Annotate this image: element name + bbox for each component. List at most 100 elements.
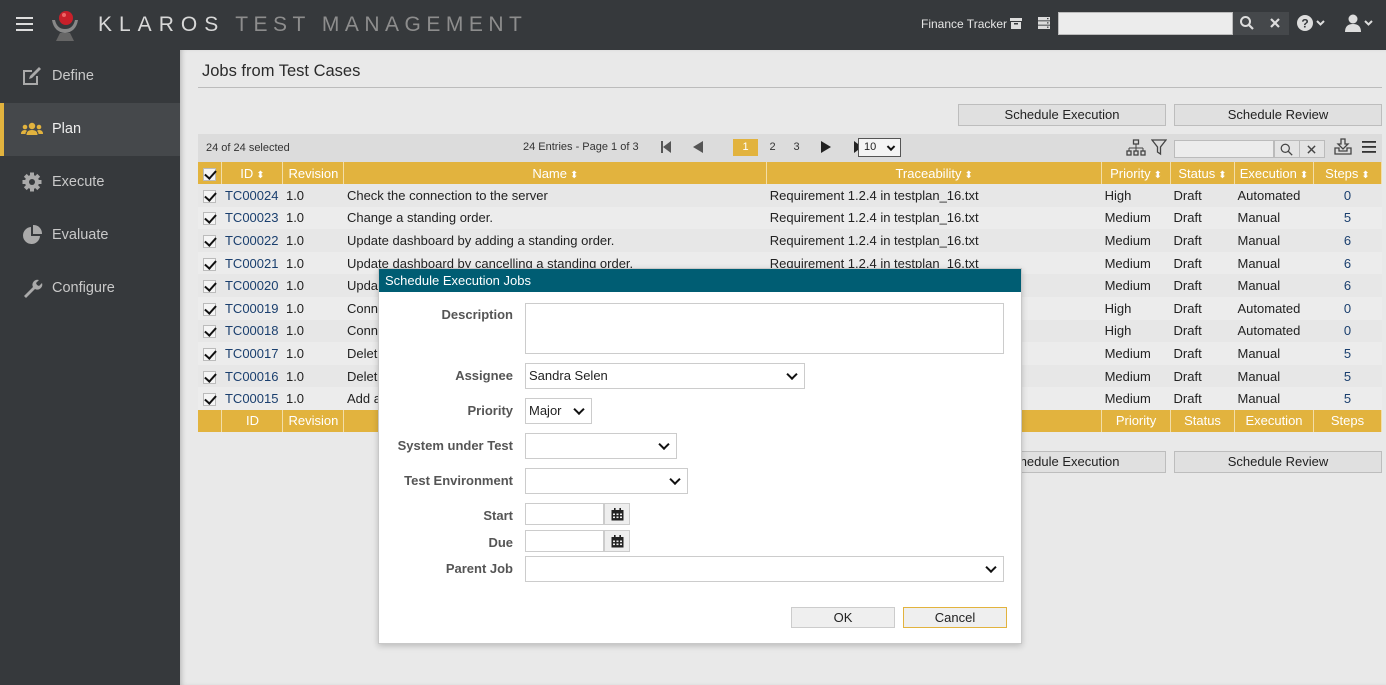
cell-id[interactable]: TC00022 [221, 229, 283, 252]
next-page-icon[interactable] [818, 139, 834, 155]
help-icon[interactable]: ? [1297, 14, 1327, 34]
cell-id[interactable]: TC00018 [221, 319, 283, 343]
ok-button[interactable]: OK [791, 607, 895, 628]
cell-steps[interactable]: 6 [1313, 251, 1382, 275]
checkbox[interactable] [203, 370, 217, 384]
row-checkbox[interactable] [198, 342, 222, 365]
filter-icon[interactable] [1151, 139, 1167, 156]
previous-page-icon[interactable] [690, 139, 706, 155]
cell-id[interactable]: TC00016 [221, 364, 283, 388]
row-checkbox[interactable] [198, 229, 222, 252]
checkbox[interactable] [203, 325, 217, 339]
global-search-input[interactable] [1058, 12, 1233, 35]
menu-icon[interactable] [1361, 139, 1377, 155]
sut-select[interactable] [525, 433, 677, 459]
schedule-review-button[interactable]: Schedule Review [1174, 104, 1382, 126]
cell-steps[interactable]: 6 [1313, 274, 1382, 297]
checkbox[interactable] [203, 347, 217, 361]
column-header-traceability[interactable]: Traceability ⬍ [766, 162, 1103, 184]
page-2[interactable]: 2 [760, 139, 785, 156]
cell-execution: Automated [1234, 296, 1314, 320]
per-page-select[interactable]: 10 [858, 138, 901, 157]
row-checkbox[interactable] [198, 364, 222, 388]
cell-id[interactable]: TC00019 [221, 296, 283, 320]
row-checkbox[interactable] [198, 296, 222, 320]
due-date-input[interactable] [525, 530, 604, 552]
column-header-priority[interactable]: Priority ⬍ [1101, 162, 1172, 184]
archive-icon[interactable] [1008, 15, 1024, 31]
cell-id[interactable]: TC00020 [221, 274, 283, 297]
schedule-review-button-bottom[interactable]: Schedule Review [1174, 451, 1382, 473]
project-name[interactable]: Finance Tracker [921, 17, 1007, 31]
hamburger-icon[interactable] [16, 17, 33, 31]
sidebar-item-execute[interactable]: Execute [0, 156, 180, 209]
checkbox[interactable] [203, 257, 217, 271]
page-1[interactable]: 1 [733, 139, 758, 156]
cell-id[interactable]: TC00024 [221, 184, 283, 207]
column-header-steps[interactable]: Steps ⬍ [1313, 162, 1383, 184]
schedule-execution-button[interactable]: Schedule Execution [958, 104, 1166, 126]
row-checkbox[interactable] [198, 274, 222, 297]
test-environment-select[interactable] [525, 468, 688, 494]
start-date-input[interactable] [525, 503, 604, 525]
select-all-checkbox[interactable] [198, 162, 223, 184]
checkbox[interactable] [203, 189, 217, 203]
column-header-id[interactable]: ID ⬍ [221, 162, 284, 184]
cell-id[interactable]: TC00023 [221, 206, 283, 230]
row-checkbox[interactable] [198, 184, 222, 207]
cell-id[interactable]: TC00015 [221, 387, 283, 410]
column-header-status[interactable]: Status ⬍ [1170, 162, 1235, 184]
row-checkbox[interactable] [198, 387, 222, 410]
checkbox[interactable] [203, 393, 217, 407]
sidebar-item-configure[interactable]: Configure [0, 262, 180, 315]
cell-steps[interactable]: 5 [1313, 364, 1382, 388]
cancel-button[interactable]: Cancel [903, 607, 1007, 628]
description-field[interactable] [525, 303, 1004, 354]
page-3[interactable]: 3 [784, 139, 809, 156]
row-checkbox[interactable] [198, 319, 222, 343]
server-icon[interactable] [1036, 15, 1052, 31]
checkbox[interactable] [203, 212, 217, 226]
start-calendar-button[interactable] [604, 503, 630, 525]
column-header-name[interactable]: Name ⬍ [343, 162, 768, 184]
sort-icon: ⬍ [1218, 169, 1227, 181]
cell-id[interactable]: TC00021 [221, 251, 283, 275]
table-row[interactable]: TC00023 1.0 Change a standing order. Requir… [198, 206, 1382, 230]
footer-steps: Steps [1313, 409, 1383, 432]
table-search-button[interactable] [1274, 140, 1300, 158]
cell-steps[interactable]: 0 [1313, 296, 1382, 320]
sidebar-item-label: Configure [52, 280, 115, 296]
checkbox[interactable] [203, 280, 217, 294]
user-icon[interactable] [1345, 14, 1375, 34]
cell-steps[interactable]: 5 [1313, 206, 1382, 230]
cell-steps[interactable]: 5 [1313, 342, 1382, 365]
table-filter-input[interactable] [1174, 140, 1274, 158]
export-icon[interactable] [1334, 138, 1352, 156]
close-icon[interactable] [1269, 17, 1281, 29]
sidebar-item-plan[interactable]: Plan [0, 103, 180, 156]
column-header-execution[interactable]: Execution ⬍ [1234, 162, 1314, 184]
sidebar-item-evaluate[interactable]: Evaluate [0, 209, 180, 262]
first-page-icon[interactable] [658, 139, 674, 155]
cell-steps[interactable]: 0 [1313, 184, 1382, 207]
cell-steps[interactable]: 5 [1313, 387, 1382, 410]
parent-job-select[interactable] [525, 556, 1004, 582]
sidebar-item-define[interactable]: Define [0, 50, 180, 103]
table-row[interactable]: TC00024 1.0 Check the connection to the se… [198, 184, 1382, 207]
row-checkbox[interactable] [198, 251, 222, 275]
table-clear-button[interactable] [1299, 140, 1325, 158]
checkbox[interactable] [203, 302, 217, 316]
priority-select[interactable]: Major [525, 398, 592, 424]
global-search-buttons [1233, 12, 1289, 35]
row-checkbox[interactable] [198, 206, 222, 230]
logo[interactable] [48, 8, 82, 42]
cell-steps[interactable]: 0 [1313, 319, 1382, 343]
cell-id[interactable]: TC00017 [221, 342, 283, 365]
search-icon[interactable] [1239, 15, 1255, 31]
hierarchy-icon[interactable] [1126, 139, 1146, 157]
assignee-select[interactable]: Sandra Selen [525, 363, 805, 389]
table-row[interactable]: TC00022 1.0 Update dashboard by adding a s… [198, 229, 1382, 252]
cell-steps[interactable]: 6 [1313, 229, 1382, 252]
checkbox[interactable] [203, 235, 217, 249]
due-calendar-button[interactable] [604, 530, 630, 552]
